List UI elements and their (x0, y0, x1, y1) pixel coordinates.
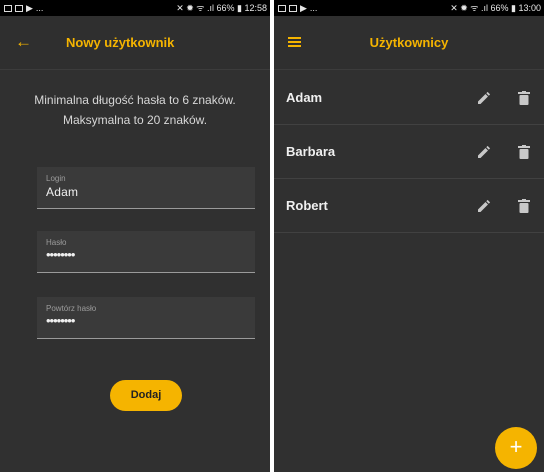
edit-pencil-icon[interactable] (477, 199, 491, 213)
edit-pencil-icon[interactable] (477, 91, 491, 105)
edit-pencil-icon[interactable] (477, 145, 491, 159)
login-label: Login (46, 174, 66, 183)
password-value[interactable]: •••••••• (46, 247, 75, 262)
user-name: Barbara (286, 144, 336, 159)
page-title: Użytkownicy (369, 35, 449, 50)
user-row-robert[interactable]: Robert (274, 179, 544, 233)
play-store-icon: ▶ (26, 3, 33, 13)
user-row-barbara[interactable]: Barbara (274, 125, 544, 179)
password-rule-min: Minimalna długość hasła to 6 znaków. (34, 93, 236, 107)
status-notification-icons: ▶ ... (278, 0, 317, 16)
status-bar: ▶ ... ✕ ✹ ᯤ .ıl 66% ▮ 12:58 (0, 0, 270, 16)
app-bar: Użytkownicy (274, 16, 544, 70)
status-right: ✕ ✹ ᯤ .ıl 66% ▮ 13:00 (450, 3, 541, 13)
status-notification-icons: ▶ ... (4, 0, 43, 16)
user-name: Adam (286, 90, 323, 105)
status-right: ✕ ✹ ᯤ .ıl 66% ▮ 12:58 (176, 3, 267, 13)
status-more: ... (35, 3, 44, 13)
user-name: Robert (286, 198, 328, 213)
notification-icon (289, 4, 297, 12)
password-field[interactable]: Hasło •••••••• (37, 231, 255, 273)
notification-icon (4, 4, 12, 12)
page-title: Nowy użytkownik (66, 35, 175, 50)
password-rule-max: Maksymalna to 20 znaków. (62, 113, 208, 127)
delete-trash-icon[interactable] (518, 145, 530, 159)
status-bar: ▶ ... ✕ ✹ ᯤ .ıl 66% ▮ 13:00 (274, 0, 544, 16)
login-value[interactable]: Adam (46, 185, 78, 199)
password-rules-text: Minimalna długość hasła to 6 znaków. Mak… (0, 90, 270, 130)
play-store-icon: ▶ (300, 3, 307, 13)
login-field[interactable]: Login Adam (37, 167, 255, 209)
delete-trash-icon[interactable] (518, 91, 530, 105)
notification-icon (278, 4, 286, 12)
add-user-fab[interactable]: + (495, 427, 537, 469)
new-user-screen: ▶ ... ✕ ✹ ᯤ .ıl 66% ▮ 12:58 ← Nowy użytk… (0, 0, 270, 472)
arrow-back-icon[interactable]: ← (15, 16, 32, 70)
status-more: ... (309, 3, 318, 13)
users-list-screen: ▶ ... ✕ ✹ ᯤ .ıl 66% ▮ 13:00 Użytkownicy … (274, 0, 544, 472)
repeat-password-value[interactable]: •••••••• (46, 313, 75, 328)
app-bar: ← Nowy użytkownik (0, 16, 270, 70)
repeat-password-field[interactable]: Powtórz hasło •••••••• (37, 297, 255, 339)
notification-icon (15, 4, 23, 12)
password-label: Hasło (46, 238, 67, 247)
delete-trash-icon[interactable] (518, 199, 530, 213)
add-user-button[interactable]: Dodaj (110, 380, 182, 411)
repeat-password-label: Powtórz hasło (46, 304, 97, 313)
user-row-adam[interactable]: Adam (274, 71, 544, 125)
